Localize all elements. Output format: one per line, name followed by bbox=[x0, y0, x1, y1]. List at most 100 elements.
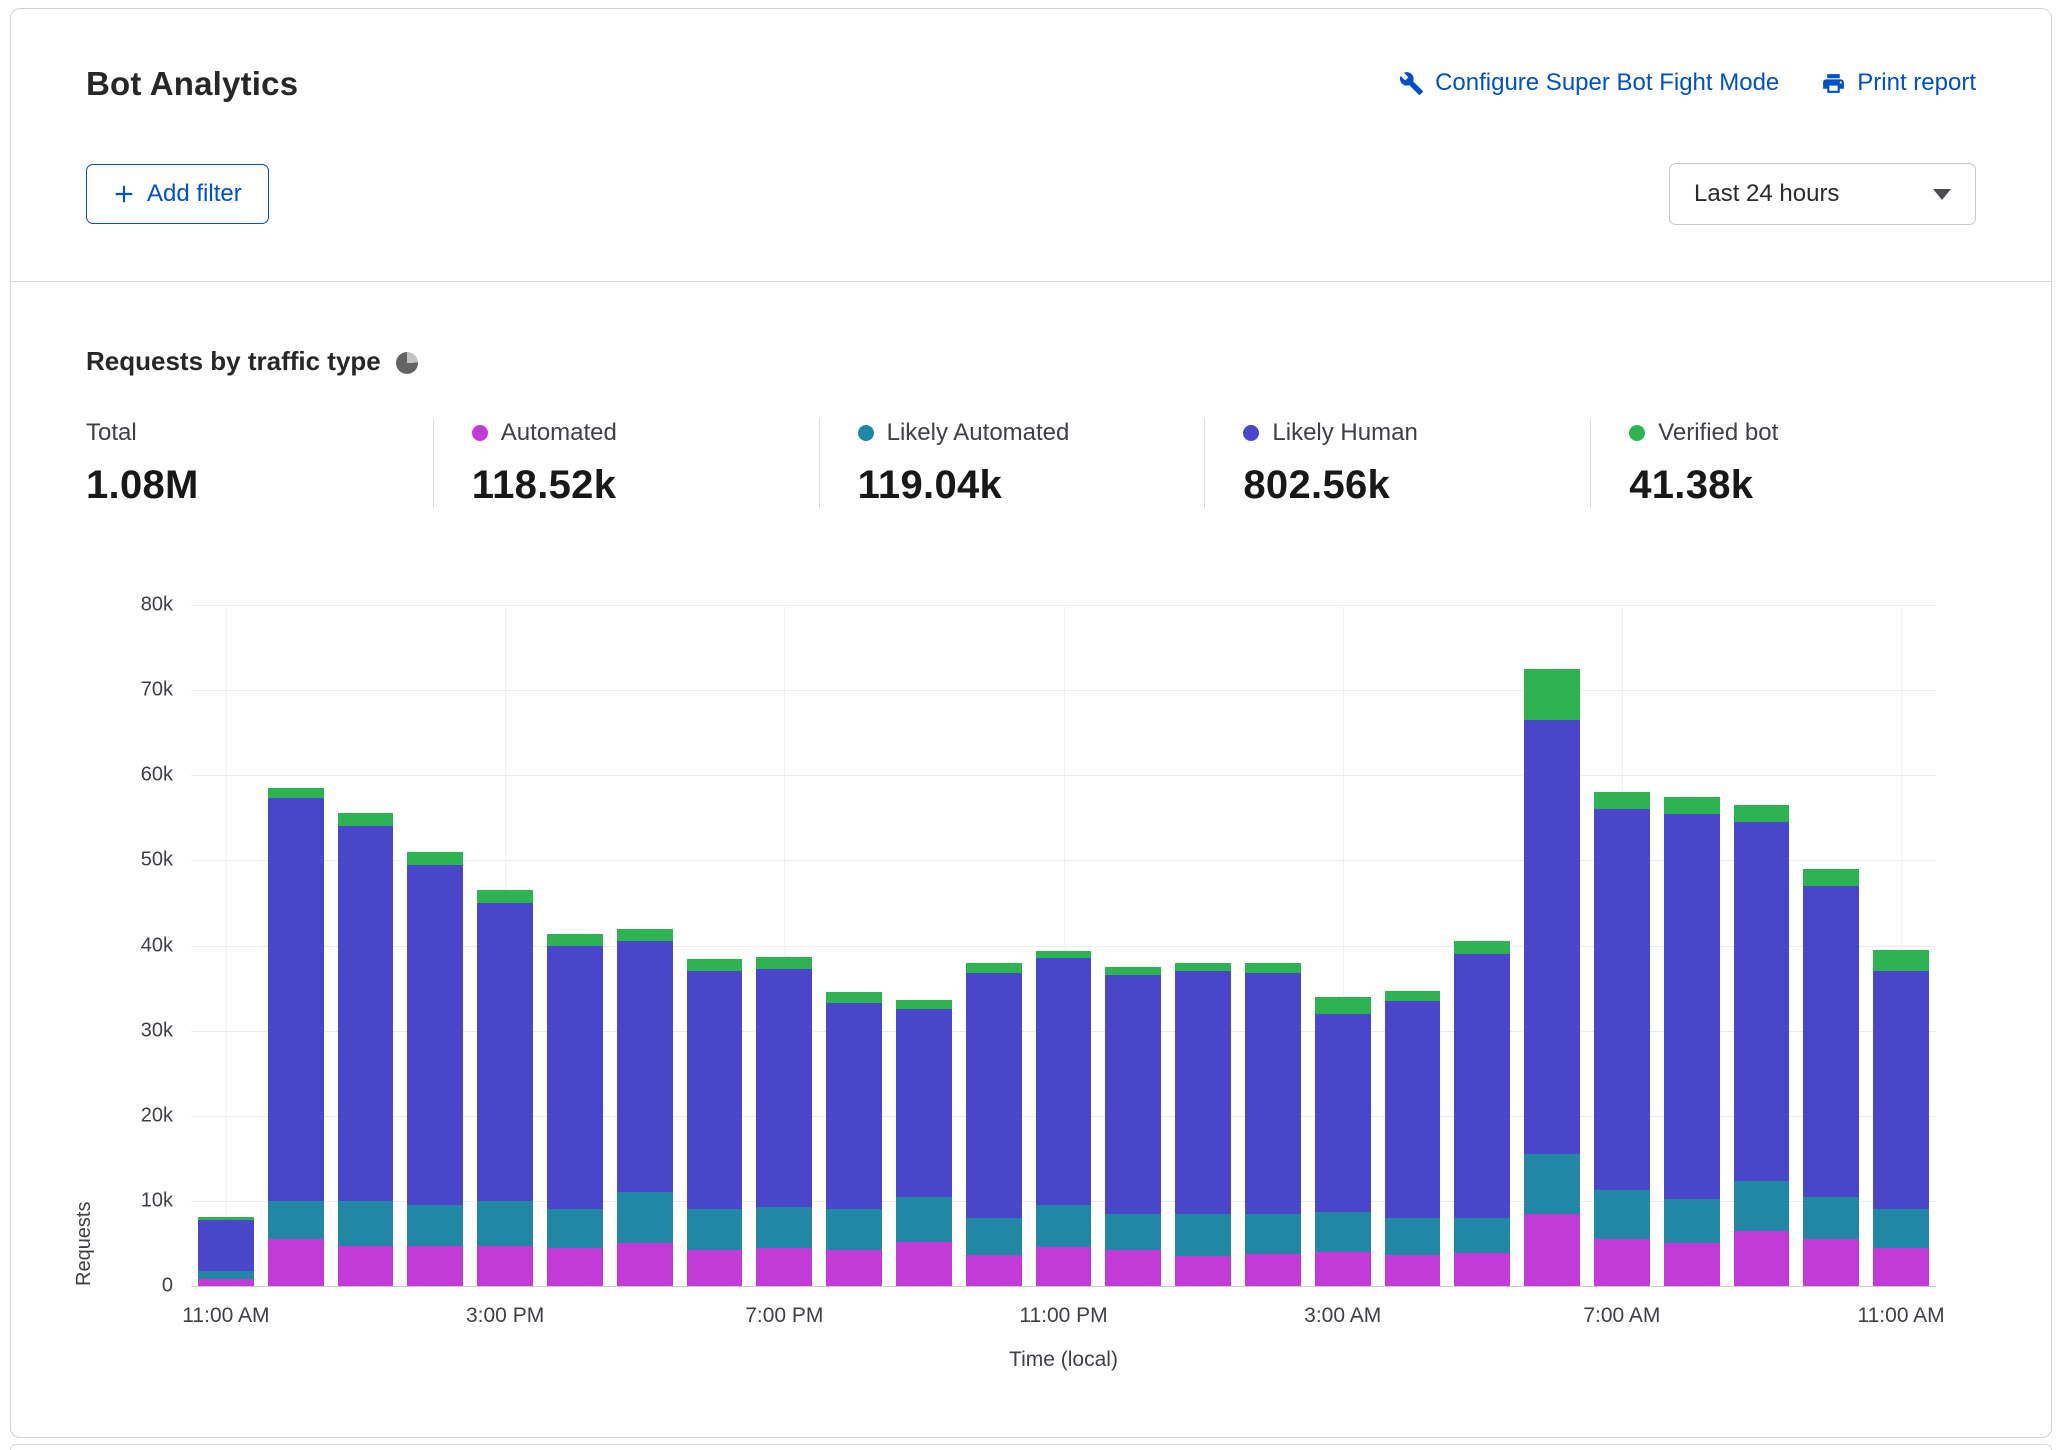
bar-segment-likely-human[interactable] bbox=[1245, 973, 1301, 1214]
bar[interactable] bbox=[1245, 605, 1301, 1286]
bar-segment-verified-bot[interactable] bbox=[268, 788, 324, 798]
bar[interactable] bbox=[407, 605, 463, 1286]
bar-segment-automated[interactable] bbox=[407, 1246, 463, 1286]
bar[interactable] bbox=[896, 605, 952, 1286]
bar-segment-likely-human[interactable] bbox=[1873, 971, 1929, 1209]
bar[interactable] bbox=[1734, 605, 1790, 1286]
bar[interactable] bbox=[1315, 605, 1371, 1286]
bar-segment-likely-human[interactable] bbox=[896, 1009, 952, 1196]
bar-segment-likely-human[interactable] bbox=[1385, 1001, 1441, 1218]
bar[interactable] bbox=[1036, 605, 1092, 1286]
bar-segment-verified-bot[interactable] bbox=[1454, 941, 1510, 954]
bar-segment-likely-human[interactable] bbox=[756, 969, 812, 1207]
bar-segment-likely-human[interactable] bbox=[1734, 822, 1790, 1181]
bar-segment-likely-human[interactable] bbox=[477, 903, 533, 1201]
bar-segment-likely-automated[interactable] bbox=[1803, 1197, 1859, 1240]
bar-segment-automated[interactable] bbox=[896, 1242, 952, 1286]
bar-segment-verified-bot[interactable] bbox=[1105, 967, 1161, 976]
bar-segment-verified-bot[interactable] bbox=[1594, 792, 1650, 809]
bar-segment-likely-automated[interactable] bbox=[1454, 1218, 1510, 1253]
bar-segment-automated[interactable] bbox=[1594, 1239, 1650, 1286]
bar[interactable] bbox=[1664, 605, 1720, 1286]
bar-segment-likely-automated[interactable] bbox=[338, 1201, 394, 1246]
bar-segment-verified-bot[interactable] bbox=[966, 963, 1022, 972]
bar-segment-likely-automated[interactable] bbox=[896, 1197, 952, 1242]
bar-segment-verified-bot[interactable] bbox=[1315, 997, 1371, 1014]
bar-segment-automated[interactable] bbox=[826, 1250, 882, 1286]
bar-segment-likely-automated[interactable] bbox=[407, 1205, 463, 1246]
bar-segment-likely-human[interactable] bbox=[687, 971, 743, 1209]
bar-segment-verified-bot[interactable] bbox=[1036, 951, 1092, 958]
bar-segment-automated[interactable] bbox=[1385, 1255, 1441, 1286]
bar-segment-likely-automated[interactable] bbox=[826, 1209, 882, 1250]
bar-segment-automated[interactable] bbox=[1175, 1256, 1231, 1286]
stat-likely-automated[interactable]: Likely Automated 119.04k bbox=[819, 419, 1205, 508]
bar-segment-likely-human[interactable] bbox=[1524, 720, 1580, 1154]
bar[interactable] bbox=[756, 605, 812, 1286]
bar-segment-likely-automated[interactable] bbox=[1524, 1154, 1580, 1214]
bar[interactable] bbox=[826, 605, 882, 1286]
bar-segment-likely-human[interactable] bbox=[1803, 886, 1859, 1197]
bar-segment-verified-bot[interactable] bbox=[547, 934, 603, 946]
bar[interactable] bbox=[1454, 605, 1510, 1286]
bar-segment-likely-human[interactable] bbox=[547, 946, 603, 1210]
bar[interactable] bbox=[198, 605, 254, 1286]
bar-segment-likely-automated[interactable] bbox=[547, 1209, 603, 1247]
bar[interactable] bbox=[687, 605, 743, 1286]
bar-segment-likely-automated[interactable] bbox=[1385, 1218, 1441, 1255]
bar-segment-automated[interactable] bbox=[756, 1248, 812, 1286]
bar-segment-likely-automated[interactable] bbox=[756, 1207, 812, 1248]
bar-segment-verified-bot[interactable] bbox=[826, 992, 882, 1002]
bar-segment-likely-automated[interactable] bbox=[1036, 1205, 1092, 1247]
bar[interactable] bbox=[338, 605, 394, 1286]
bar-segment-likely-automated[interactable] bbox=[268, 1201, 324, 1239]
print-report-link[interactable]: Print report bbox=[1821, 69, 1976, 97]
bar-segment-automated[interactable] bbox=[966, 1255, 1022, 1286]
bar-segment-automated[interactable] bbox=[1524, 1214, 1580, 1286]
bar-segment-automated[interactable] bbox=[1036, 1247, 1092, 1286]
stat-likely-human[interactable]: Likely Human 802.56k bbox=[1204, 419, 1590, 508]
bar-segment-verified-bot[interactable] bbox=[1245, 963, 1301, 973]
bar-segment-automated[interactable] bbox=[338, 1246, 394, 1286]
bar-segment-likely-human[interactable] bbox=[198, 1220, 254, 1271]
bar-segment-verified-bot[interactable] bbox=[687, 959, 743, 971]
time-range-select[interactable]: Last 24 hours bbox=[1669, 163, 1976, 225]
bar-segment-verified-bot[interactable] bbox=[1873, 950, 1929, 971]
bar[interactable] bbox=[547, 605, 603, 1286]
bar-segment-likely-automated[interactable] bbox=[1245, 1214, 1301, 1254]
bar-segment-verified-bot[interactable] bbox=[1524, 669, 1580, 720]
bar[interactable] bbox=[1175, 605, 1231, 1286]
bar-segment-automated[interactable] bbox=[1454, 1253, 1510, 1286]
bar[interactable] bbox=[1105, 605, 1161, 1286]
bar-segment-automated[interactable] bbox=[477, 1246, 533, 1286]
bar[interactable] bbox=[617, 605, 673, 1286]
stat-verified-bot[interactable]: Verified bot 41.38k bbox=[1590, 419, 1976, 508]
bar-segment-automated[interactable] bbox=[1734, 1231, 1790, 1286]
bar-segment-automated[interactable] bbox=[1105, 1250, 1161, 1286]
bar-segment-verified-bot[interactable] bbox=[896, 1000, 952, 1009]
bar-segment-likely-automated[interactable] bbox=[1734, 1181, 1790, 1230]
bar-segment-automated[interactable] bbox=[1245, 1254, 1301, 1286]
bar-segment-likely-human[interactable] bbox=[1454, 954, 1510, 1218]
bar-segment-likely-automated[interactable] bbox=[966, 1218, 1022, 1255]
bar-segment-verified-bot[interactable] bbox=[617, 929, 673, 942]
bar-segment-likely-human[interactable] bbox=[1036, 958, 1092, 1205]
bar-segment-likely-automated[interactable] bbox=[1664, 1199, 1720, 1243]
bar-segment-likely-human[interactable] bbox=[1594, 809, 1650, 1190]
bar-segment-likely-automated[interactable] bbox=[1175, 1214, 1231, 1257]
bar-segment-likely-automated[interactable] bbox=[477, 1201, 533, 1246]
bar[interactable] bbox=[1594, 605, 1650, 1286]
bar[interactable] bbox=[1385, 605, 1441, 1286]
bar-segment-automated[interactable] bbox=[268, 1239, 324, 1286]
bar-segment-verified-bot[interactable] bbox=[1803, 869, 1859, 886]
bar-segment-verified-bot[interactable] bbox=[1664, 797, 1720, 814]
bar-segment-likely-automated[interactable] bbox=[617, 1192, 673, 1243]
bar[interactable] bbox=[1803, 605, 1859, 1286]
bar-segment-likely-human[interactable] bbox=[1175, 971, 1231, 1214]
bar-segment-likely-automated[interactable] bbox=[1873, 1209, 1929, 1247]
bar-segment-automated[interactable] bbox=[617, 1243, 673, 1286]
bar[interactable] bbox=[966, 605, 1022, 1286]
bar-segment-verified-bot[interactable] bbox=[756, 957, 812, 968]
bar[interactable] bbox=[1873, 605, 1929, 1286]
bar-segment-likely-automated[interactable] bbox=[198, 1271, 254, 1280]
